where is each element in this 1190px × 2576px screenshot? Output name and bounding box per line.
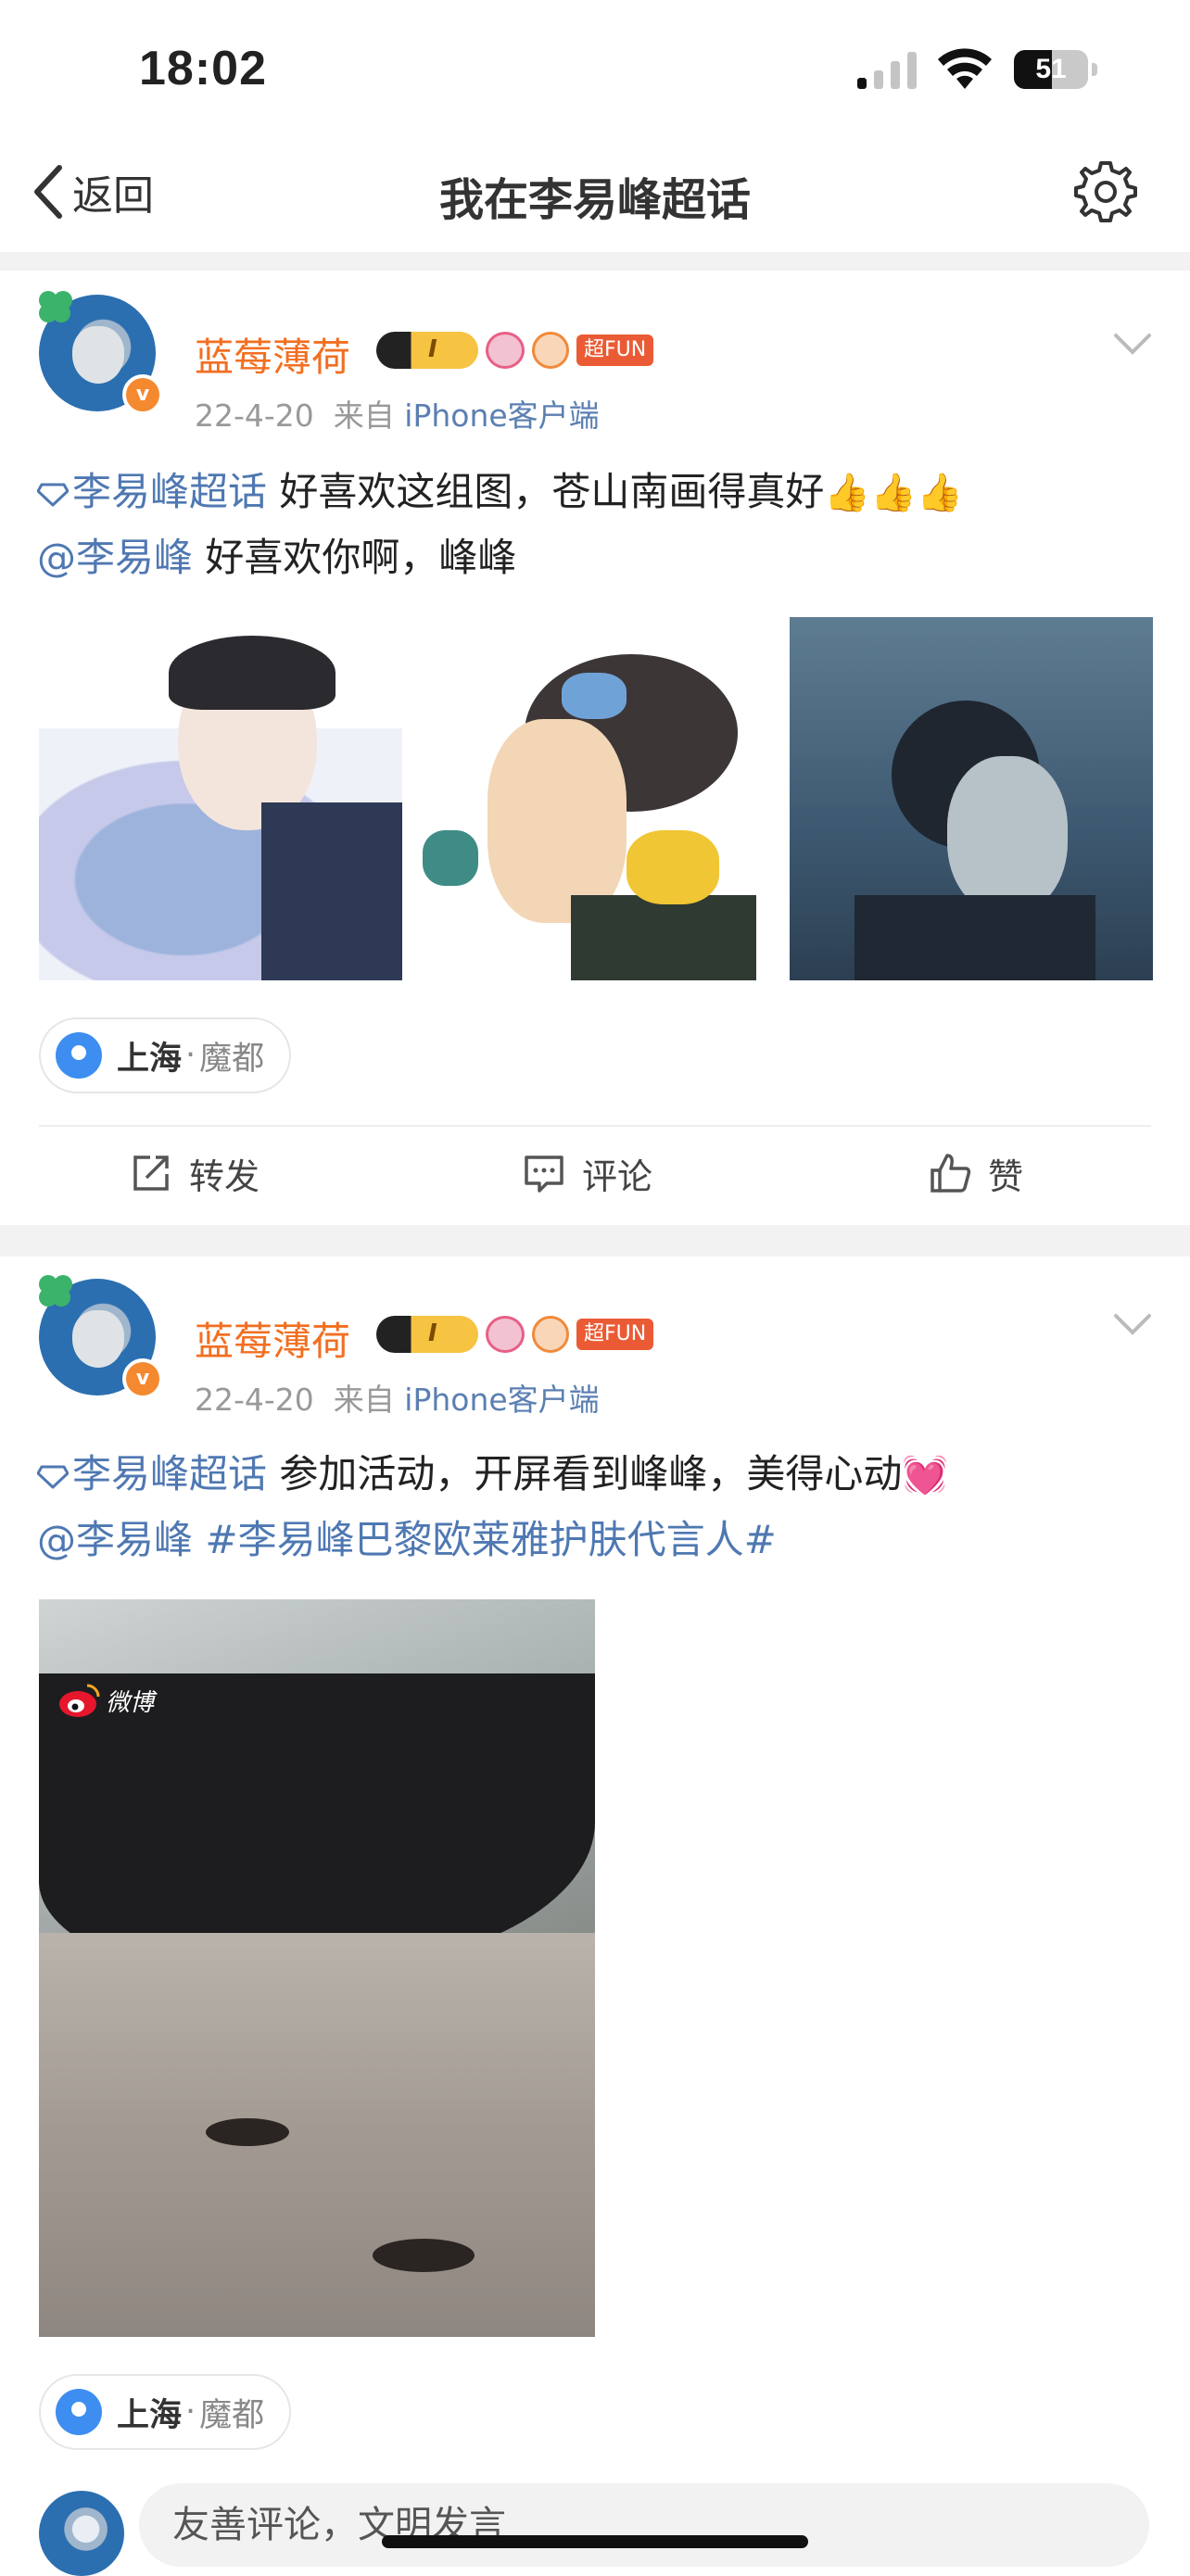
post-source[interactable]: iPhone客户端 bbox=[404, 398, 599, 434]
avatar[interactable]: v bbox=[37, 289, 163, 415]
section-separator bbox=[0, 1225, 1190, 1256]
status-bar: 18:02 51 bbox=[0, 0, 1190, 139]
home-indicator[interactable] bbox=[382, 2535, 808, 2548]
chevron-down-icon[interactable] bbox=[1112, 1310, 1153, 1338]
clover-icon bbox=[39, 1275, 72, 1307]
thumbs-up-icon bbox=[930, 1154, 971, 1193]
mention-link[interactable]: @李易峰 bbox=[37, 1517, 193, 1562]
post-body-text: 好喜欢这组图，苍山南画得真好 bbox=[279, 469, 825, 514]
section-separator bbox=[0, 252, 1190, 271]
location-pin-icon bbox=[56, 1032, 102, 1079]
location-tag[interactable]: 上海 · 魔都 bbox=[39, 2374, 291, 2450]
gem-badge-icon bbox=[486, 1316, 525, 1353]
post-source[interactable]: iPhone客户端 bbox=[404, 1382, 599, 1418]
verified-badge: v bbox=[122, 374, 163, 415]
diamond-icon bbox=[37, 1465, 69, 1488]
rabbit-badge-icon bbox=[532, 1316, 569, 1353]
location-area: 魔都 bbox=[199, 2396, 265, 2434]
battery-percent: 51 bbox=[1035, 54, 1067, 84]
location-area: 魔都 bbox=[199, 1040, 265, 1078]
comment-label: 评论 bbox=[582, 1155, 653, 1197]
repost-button[interactable]: 转发 bbox=[130, 1127, 260, 1219]
verified-badge: v bbox=[122, 1358, 163, 1399]
clock: 18:02 bbox=[139, 42, 267, 95]
post-card[interactable]: v 蓝莓薄荷 I 超FUN 22-4-20 来自 iPhone客户端 李易峰超话… bbox=[0, 271, 1190, 1223]
from-label: 来自 bbox=[333, 1382, 395, 1418]
post-date: 22-4-20 bbox=[195, 1382, 314, 1418]
post-meta: 22-4-20 来自 iPhone客户端 bbox=[195, 1375, 600, 1420]
wifi-icon bbox=[938, 48, 992, 89]
from-label: 来自 bbox=[333, 398, 395, 434]
post-date: 22-4-20 bbox=[195, 398, 314, 434]
location-tag[interactable]: 上海 · 魔都 bbox=[39, 1017, 291, 1093]
comment-button[interactable]: 评论 bbox=[523, 1127, 652, 1219]
badge-row: I 超FUN bbox=[376, 330, 654, 371]
post-card[interactable]: v 蓝莓薄荷 I 超FUN 22-4-20 来自 iPhone客户端 李易峰超话… bbox=[0, 1256, 1190, 2480]
post-image[interactable] bbox=[790, 617, 1153, 980]
crown-level-icon: I bbox=[376, 1316, 478, 1353]
post-image[interactable] bbox=[423, 617, 786, 980]
cellular-signal-icon bbox=[857, 52, 917, 89]
page-title: 我在李易峰超话 bbox=[438, 174, 751, 226]
gem-badge-icon bbox=[486, 332, 525, 369]
like-label: 赞 bbox=[988, 1155, 1024, 1197]
post-image[interactable]: 微博 bbox=[39, 1599, 595, 2337]
username[interactable]: 蓝莓薄荷 bbox=[195, 326, 350, 383]
diamond-icon bbox=[37, 483, 69, 506]
topic-link[interactable]: 李易峰超话 bbox=[37, 469, 267, 514]
location-pin-icon bbox=[56, 2389, 102, 2435]
rabbit-badge-icon bbox=[532, 332, 569, 369]
nav-bar: 返回 我在李易峰超话 bbox=[0, 139, 1190, 250]
chevron-down-icon[interactable] bbox=[1112, 330, 1153, 358]
post-body-text-2: 好喜欢你啊，峰峰 bbox=[205, 535, 517, 580]
post-meta: 22-4-20 来自 iPhone客户端 bbox=[195, 391, 600, 436]
watermark-text: 微博 bbox=[106, 1688, 155, 1717]
clover-icon bbox=[39, 291, 72, 322]
battery-indicator: 51 bbox=[1014, 50, 1099, 89]
mention-link[interactable]: @李易峰 bbox=[37, 535, 193, 580]
weibo-watermark: 微博 bbox=[57, 1677, 178, 1724]
location-city: 上海 bbox=[117, 1040, 183, 1078]
weibo-logo-icon bbox=[59, 1684, 100, 1717]
gear-icon[interactable] bbox=[1073, 159, 1138, 224]
badge-row: I 超FUN bbox=[376, 1314, 654, 1355]
comment-icon bbox=[525, 1155, 563, 1193]
post-text: 李易峰超话 好喜欢这组图，苍山南画得真好👍👍👍 @李易峰 好喜欢你啊，峰峰 bbox=[37, 460, 1158, 590]
fun-badge: 超FUN bbox=[576, 335, 654, 366]
location-city: 上海 bbox=[117, 2396, 183, 2434]
repost-icon bbox=[133, 1155, 169, 1191]
fun-badge: 超FUN bbox=[576, 1319, 654, 1350]
username[interactable]: 蓝莓薄荷 bbox=[195, 1310, 350, 1367]
heart-emoji: 💓 bbox=[902, 1454, 949, 1496]
like-button[interactable]: 赞 bbox=[929, 1127, 1023, 1219]
crown-level-icon: I bbox=[376, 332, 478, 369]
post-body-text: 参加活动，开屏看到峰峰，美得心动 bbox=[279, 1451, 903, 1496]
avatar[interactable] bbox=[39, 2491, 124, 2576]
post-image[interactable] bbox=[39, 617, 402, 980]
repost-label: 转发 bbox=[189, 1155, 260, 1197]
post-text: 李易峰超话 参加活动，开屏看到峰峰，美得心动💓 @李易峰 #李易峰巴黎欧莱雅护肤… bbox=[37, 1442, 1158, 1572]
emoji: 👍👍👍 bbox=[824, 472, 963, 514]
hashtag-link[interactable]: #李易峰巴黎欧莱雅护肤代言人# bbox=[205, 1517, 776, 1562]
comment-input[interactable]: 友善评论，文明发言 bbox=[139, 2483, 1149, 2567]
avatar[interactable]: v bbox=[37, 1273, 163, 1399]
comment-bar: 友善评论，文明发言 bbox=[0, 2483, 1190, 2576]
topic-link[interactable]: 李易峰超话 bbox=[37, 1451, 267, 1496]
